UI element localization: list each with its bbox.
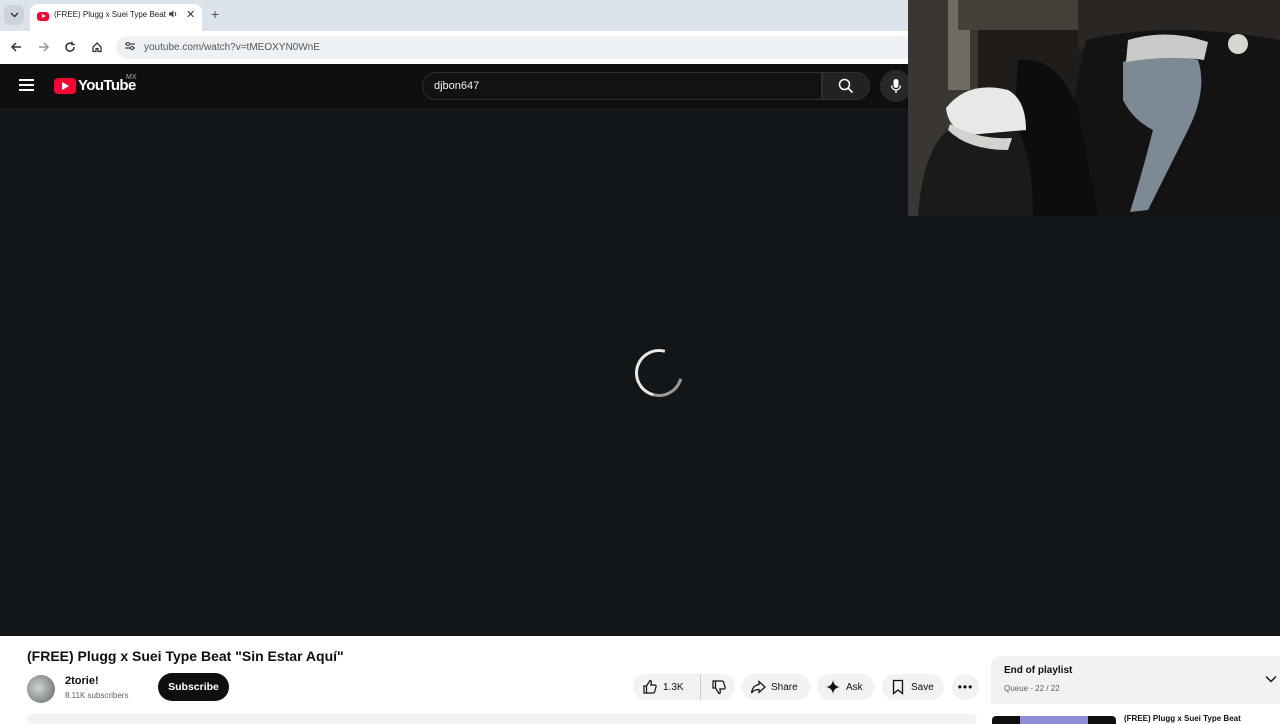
tab-search-button[interactable] [4,5,24,25]
dislike-button[interactable] [702,674,735,700]
arrow-right-icon [39,42,50,52]
share-label: Share [771,681,798,693]
search-input[interactable]: djbon647 [422,72,822,100]
subscribe-button[interactable]: Subscribe [158,673,229,701]
youtube-icon [37,12,49,21]
back-button[interactable] [7,38,25,56]
bookmark-icon [892,679,904,695]
share-icon [750,680,766,694]
ask-button[interactable]: Ask [817,674,874,700]
arrow-left-icon [10,42,21,52]
channel-name[interactable]: 2torie! [65,675,99,687]
hamburger-icon[interactable] [19,79,34,91]
subscriber-count: 8.11K subscribers [65,691,129,700]
tab-close-button[interactable]: ✕ [186,8,195,21]
webcam-image [908,0,1280,216]
address-bar[interactable]: youtube.com/watch?v=tMEOXYN0WnE [116,36,916,59]
video-title: (FREE) Plugg x Suei Type Beat "Sin Estar… [27,648,344,664]
like-button[interactable]: 1.3K [633,674,701,700]
save-label: Save [911,681,934,693]
share-button[interactable]: Share [742,674,810,700]
sparkle-icon [826,680,840,694]
forward-button[interactable] [35,38,53,56]
url-text: youtube.com/watch?v=tMEOXYN0WnE [144,42,320,53]
ask-label: Ask [846,681,863,693]
search-query: djbon647 [434,80,480,92]
reload-button[interactable] [61,38,79,56]
home-icon [92,42,102,53]
reload-icon [65,41,75,52]
avatar[interactable] [27,675,55,703]
youtube-icon [54,78,76,94]
new-tab-button[interactable]: + [211,6,219,22]
region-code: MX [126,74,137,81]
browser-tab-active[interactable]: (FREE) Plugg x Suei Type Beat ✕ [30,4,202,31]
description-box[interactable] [27,714,977,724]
search-icon [838,78,854,94]
playlist-panel[interactable] [991,656,1280,704]
tune-icon[interactable] [124,40,136,55]
mic-icon [890,79,902,93]
search-button[interactable] [822,72,870,100]
like-dislike-group: 1.3K [633,674,735,700]
home-button[interactable] [88,38,106,56]
playlist-meta: Queue - 22 / 22 [1004,684,1060,693]
webcam-overlay [908,0,1280,216]
thumbs-up-icon [643,679,657,694]
thumbnail-art [1020,716,1088,724]
thumbs-down-icon [711,680,726,695]
more-actions-button[interactable]: ••• [952,674,979,700]
tab-title: (FREE) Plugg x Suei Type Beat [54,10,166,19]
playlist-title: End of playlist [1004,665,1073,676]
playlist-item-title[interactable]: (FREE) Plugg x Suei Type Beat [1124,714,1241,723]
chevron-down-icon [10,12,18,18]
like-count: 1.3K [663,681,684,693]
chevron-down-icon[interactable] [1264,672,1278,686]
save-button[interactable]: Save [882,674,944,700]
speaker-icon[interactable] [168,9,178,22]
